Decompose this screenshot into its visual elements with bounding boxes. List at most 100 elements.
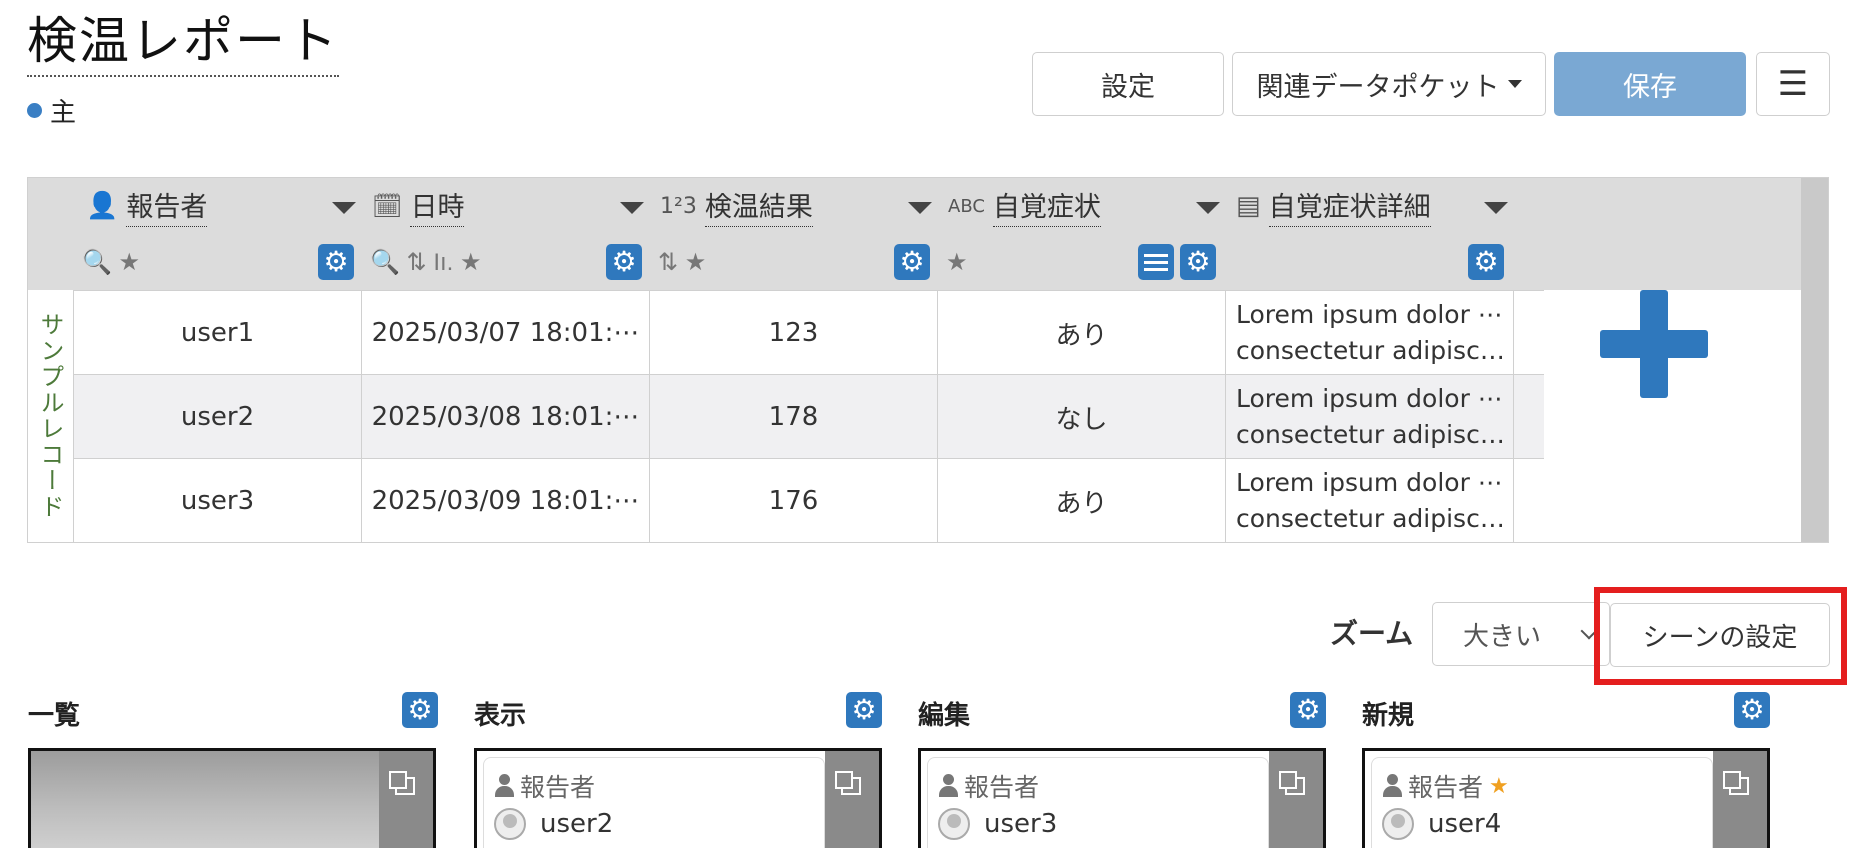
table-row[interactable]: user1 2025/03/07 18:01:⋯ 123 あり Lorem ip… [74,290,1544,375]
grid-scrollbar[interactable] [1801,178,1828,542]
gear-icon[interactable]: ⚙ [318,244,354,280]
field-value: user3 [938,808,1258,840]
cell-symptom-detail[interactable]: Lorem ipsum dolor ⋯ consectetur adipisci… [1226,459,1514,543]
scene-title-view: 表示 [474,701,527,731]
column-label: 検温結果 [704,185,813,227]
gear-icon[interactable]: ⚙ [1180,244,1216,280]
column-header-symptom[interactable]: ABC 自覚症状 [938,178,1226,234]
column-tools-symptom[interactable]: ★ [938,234,968,290]
avatar [1382,808,1414,840]
column-label: 自覚症状 [992,185,1101,227]
scene-side-strip [379,751,433,848]
menu-button[interactable]: ☰ [1756,52,1830,116]
field-label: 報告者 [938,768,1258,804]
related-pocket-label: 関連データポケット [1256,71,1500,103]
record-group-text: サンプルレコード [36,312,64,520]
record-grid: 👤 報告者 🗓 日時 1²3 検温結果 ABC 自覚症状 ▤ 自覚症状詳細 🔍 … [27,177,1829,543]
user-icon [1382,774,1402,798]
scene-preview-new[interactable]: 報告者 ★ user4 [1362,748,1770,848]
zoom-value: 大きい [1463,621,1542,652]
copy-icon[interactable] [389,771,415,795]
column-header-temperature[interactable]: 1²3 検温結果 [650,178,938,234]
scene-title-list: 一覧 [28,701,81,731]
number-type-icon: 1²3 [660,193,697,219]
cell-symptom[interactable]: なし [938,375,1226,459]
column-menu-icon[interactable] [1196,202,1220,214]
column-menu-icon[interactable] [908,202,932,214]
preview-card: 報告者 user2 [483,757,825,848]
save-button[interactable]: 保存 [1554,52,1746,116]
related-pocket-dropdown[interactable]: 関連データポケット [1232,52,1546,116]
gear-icon[interactable]: ⚙ [1290,692,1326,728]
settings-button[interactable]: 設定 [1032,52,1224,116]
cell-temperature[interactable]: 176 [650,459,938,543]
caret-down-icon [1507,80,1522,88]
cell-reporter[interactable]: user2 [74,375,362,459]
cell-symptom-detail[interactable]: Lorem ipsum dolor ⋯ consectetur adipisci… [1226,291,1514,375]
mode-indicator: 主 [27,92,76,129]
column-label: 自覚症状詳細 [1268,185,1431,227]
column-header-reporter[interactable]: 👤 報告者 [74,178,362,234]
record-group-label: サンプルレコード [28,290,74,542]
cell-temperature[interactable]: 178 [650,375,938,459]
cell-datetime[interactable]: 2025/03/07 18:01:⋯ [362,291,650,375]
column-tools-reporter[interactable]: 🔍 ★ [74,234,140,290]
copy-icon[interactable] [835,771,861,795]
scene-side-strip [825,751,879,848]
cell-temperature[interactable]: 123 [650,291,938,375]
cell-symptom-detail[interactable]: Lorem ipsum dolor ⋯ consectetur adipisci… [1226,375,1514,459]
table-row[interactable]: user2 2025/03/08 18:01:⋯ 178 なし Lorem ip… [74,374,1544,459]
list-view-icon[interactable] [1138,244,1174,280]
add-record-icon[interactable] [1600,290,1708,398]
scene-settings-button[interactable]: シーンの設定 [1610,603,1830,667]
avatar [494,808,526,840]
user-icon [494,774,514,798]
scene-preview-list[interactable] [28,748,436,848]
copy-icon[interactable] [1279,771,1305,795]
cell-reporter[interactable]: user1 [74,291,362,375]
calendar-clock-icon: 🗓 [372,192,403,220]
gear-icon[interactable]: ⚙ [846,692,882,728]
column-menu-icon[interactable] [620,202,644,214]
gear-icon[interactable]: ⚙ [1468,244,1504,280]
avatar [938,808,970,840]
preview-card: 報告者 user3 [927,757,1269,848]
required-star-icon: ★ [1489,773,1509,799]
scene-title-new: 新規 [1362,701,1415,731]
detail-line: Lorem ipsum dolor ⋯ [1236,384,1503,413]
field-label: 報告者 ★ [1382,768,1702,804]
status-dot [27,103,42,118]
user-icon: 👤 [86,191,119,221]
column-tools-datetime[interactable]: 🔍 ⇅ Iı. ★ [362,234,482,290]
scene-side-strip [1269,751,1323,848]
gear-icon[interactable]: ⚙ [402,692,438,728]
table-row[interactable]: user3 2025/03/09 18:01:⋯ 176 あり Lorem ip… [74,458,1544,543]
field-value: user4 [1382,808,1702,840]
scene-title-edit: 編集 [918,701,971,731]
gear-icon[interactable]: ⚙ [1734,692,1770,728]
zoom-label: ズーム [1330,617,1414,650]
column-header-symptom-detail[interactable]: ▤ 自覚症状詳細 [1226,178,1514,234]
scene-preview-edit[interactable]: 報告者 user3 [918,748,1326,848]
cell-datetime[interactable]: 2025/03/09 18:01:⋯ [362,459,650,543]
column-menu-icon[interactable] [1484,202,1508,214]
column-menu-icon[interactable] [332,202,356,214]
column-label: 報告者 [126,185,208,227]
cell-datetime[interactable]: 2025/03/08 18:01:⋯ [362,375,650,459]
gear-icon[interactable]: ⚙ [894,244,930,280]
cell-reporter[interactable]: user3 [74,459,362,543]
cell-symptom[interactable]: あり [938,291,1226,375]
column-tools-temperature[interactable]: ⇅ ★ [650,234,706,290]
cell-symptom[interactable]: あり [938,459,1226,543]
document-icon: ▤ [1236,191,1261,221]
zoom-select[interactable]: 大きい [1432,602,1610,666]
scene-preview-view[interactable]: 報告者 user2 [474,748,882,848]
detail-line: Lorem ipsum dolor ⋯ [1236,300,1503,329]
detail-line: Lorem ipsum dolor ⋯ [1236,468,1503,497]
detail-line: consectetur adipisci⋯ [1236,336,1511,365]
gear-icon[interactable]: ⚙ [606,244,642,280]
copy-icon[interactable] [1723,771,1749,795]
column-header-datetime[interactable]: 🗓 日時 [362,178,650,234]
detail-line: consectetur adipisci⋯ [1236,420,1511,449]
field-label: 報告者 [494,768,814,804]
